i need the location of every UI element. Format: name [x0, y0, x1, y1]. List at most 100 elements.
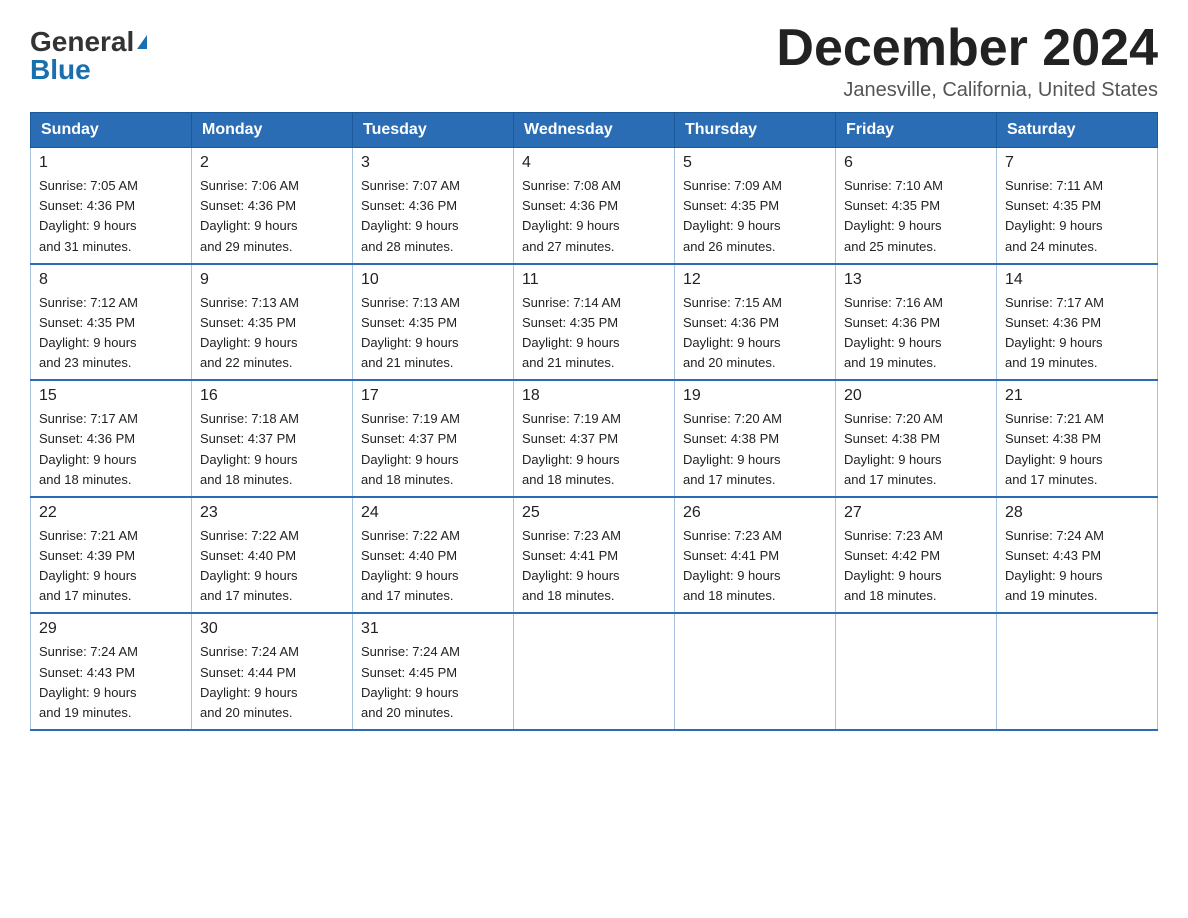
calendar-day-cell: 29 Sunrise: 7:24 AM Sunset: 4:43 PM Dayl… [31, 613, 192, 730]
day-info: Sunrise: 7:14 AM Sunset: 4:35 PM Dayligh… [522, 293, 666, 374]
sunset-label: Sunset: 4:43 PM [39, 665, 135, 680]
day-info: Sunrise: 7:15 AM Sunset: 4:36 PM Dayligh… [683, 293, 827, 374]
sunrise-label: Sunrise: 7:11 AM [1005, 178, 1103, 193]
daylight-minutes: and 18 minutes. [200, 472, 293, 487]
daylight-minutes: and 19 minutes. [844, 355, 937, 370]
calendar-day-cell: 22 Sunrise: 7:21 AM Sunset: 4:39 PM Dayl… [31, 497, 192, 614]
day-number: 9 [200, 271, 344, 289]
header-sunday: Sunday [31, 113, 192, 148]
daylight-minutes: and 17 minutes. [361, 588, 454, 603]
daylight-minutes: and 29 minutes. [200, 239, 293, 254]
sunrise-label: Sunrise: 7:20 AM [844, 411, 943, 426]
day-number: 19 [683, 387, 827, 405]
day-number: 25 [522, 504, 666, 522]
day-info: Sunrise: 7:24 AM Sunset: 4:44 PM Dayligh… [200, 642, 344, 723]
calendar-day-cell: 4 Sunrise: 7:08 AM Sunset: 4:36 PM Dayli… [514, 148, 675, 264]
daylight-minutes: and 25 minutes. [844, 239, 937, 254]
sunrise-label: Sunrise: 7:08 AM [522, 178, 621, 193]
day-info: Sunrise: 7:24 AM Sunset: 4:45 PM Dayligh… [361, 642, 505, 723]
calendar-week-row: 8 Sunrise: 7:12 AM Sunset: 4:35 PM Dayli… [31, 264, 1158, 381]
location-subtitle: Janesville, California, United States [776, 79, 1158, 102]
daylight-minutes: and 19 minutes. [39, 705, 132, 720]
day-number: 7 [1005, 154, 1149, 172]
day-info: Sunrise: 7:13 AM Sunset: 4:35 PM Dayligh… [200, 293, 344, 374]
header-wednesday: Wednesday [514, 113, 675, 148]
header-tuesday: Tuesday [353, 113, 514, 148]
daylight-label: Daylight: 9 hours [1005, 452, 1103, 467]
daylight-minutes: and 18 minutes. [361, 472, 454, 487]
daylight-label: Daylight: 9 hours [200, 218, 298, 233]
daylight-label: Daylight: 9 hours [683, 452, 781, 467]
calendar-day-cell: 31 Sunrise: 7:24 AM Sunset: 4:45 PM Dayl… [353, 613, 514, 730]
day-number: 4 [522, 154, 666, 172]
daylight-minutes: and 17 minutes. [1005, 472, 1098, 487]
day-info: Sunrise: 7:07 AM Sunset: 4:36 PM Dayligh… [361, 176, 505, 257]
daylight-minutes: and 31 minutes. [39, 239, 132, 254]
day-number: 28 [1005, 504, 1149, 522]
sunset-label: Sunset: 4:38 PM [1005, 431, 1101, 446]
sunset-label: Sunset: 4:41 PM [683, 548, 779, 563]
calendar-day-cell: 13 Sunrise: 7:16 AM Sunset: 4:36 PM Dayl… [836, 264, 997, 381]
calendar-header-row: SundayMondayTuesdayWednesdayThursdayFrid… [31, 113, 1158, 148]
sunset-label: Sunset: 4:45 PM [361, 665, 457, 680]
day-number: 3 [361, 154, 505, 172]
daylight-label: Daylight: 9 hours [200, 568, 298, 583]
daylight-minutes: and 21 minutes. [522, 355, 615, 370]
daylight-label: Daylight: 9 hours [522, 218, 620, 233]
calendar-day-cell: 2 Sunrise: 7:06 AM Sunset: 4:36 PM Dayli… [192, 148, 353, 264]
calendar-day-cell [997, 613, 1158, 730]
sunrise-label: Sunrise: 7:17 AM [1005, 295, 1104, 310]
daylight-label: Daylight: 9 hours [522, 568, 620, 583]
day-info: Sunrise: 7:17 AM Sunset: 4:36 PM Dayligh… [39, 409, 183, 490]
day-number: 24 [361, 504, 505, 522]
logo-general-row: General [30, 28, 147, 56]
sunset-label: Sunset: 4:39 PM [39, 548, 135, 563]
daylight-minutes: and 18 minutes. [522, 472, 615, 487]
daylight-label: Daylight: 9 hours [1005, 568, 1103, 583]
page-header: General Blue December 2024 Janesville, C… [30, 20, 1158, 102]
daylight-label: Daylight: 9 hours [522, 452, 620, 467]
header-thursday: Thursday [675, 113, 836, 148]
header-saturday: Saturday [997, 113, 1158, 148]
sunset-label: Sunset: 4:41 PM [522, 548, 618, 563]
daylight-label: Daylight: 9 hours [361, 335, 459, 350]
calendar-day-cell: 10 Sunrise: 7:13 AM Sunset: 4:35 PM Dayl… [353, 264, 514, 381]
header-friday: Friday [836, 113, 997, 148]
calendar-day-cell: 19 Sunrise: 7:20 AM Sunset: 4:38 PM Dayl… [675, 380, 836, 497]
sunrise-label: Sunrise: 7:13 AM [200, 295, 299, 310]
sunset-label: Sunset: 4:37 PM [200, 431, 296, 446]
sunrise-label: Sunrise: 7:16 AM [844, 295, 943, 310]
day-number: 1 [39, 154, 183, 172]
sunrise-label: Sunrise: 7:22 AM [361, 528, 460, 543]
day-number: 13 [844, 271, 988, 289]
day-number: 31 [361, 620, 505, 638]
sunrise-label: Sunrise: 7:23 AM [683, 528, 782, 543]
day-info: Sunrise: 7:17 AM Sunset: 4:36 PM Dayligh… [1005, 293, 1149, 374]
daylight-minutes: and 21 minutes. [361, 355, 454, 370]
sunset-label: Sunset: 4:35 PM [39, 315, 135, 330]
calendar-week-row: 1 Sunrise: 7:05 AM Sunset: 4:36 PM Dayli… [31, 148, 1158, 264]
day-number: 27 [844, 504, 988, 522]
daylight-label: Daylight: 9 hours [200, 335, 298, 350]
calendar-day-cell: 3 Sunrise: 7:07 AM Sunset: 4:36 PM Dayli… [353, 148, 514, 264]
daylight-label: Daylight: 9 hours [1005, 335, 1103, 350]
daylight-label: Daylight: 9 hours [844, 452, 942, 467]
calendar-day-cell: 21 Sunrise: 7:21 AM Sunset: 4:38 PM Dayl… [997, 380, 1158, 497]
calendar-day-cell: 7 Sunrise: 7:11 AM Sunset: 4:35 PM Dayli… [997, 148, 1158, 264]
calendar-day-cell: 25 Sunrise: 7:23 AM Sunset: 4:41 PM Dayl… [514, 497, 675, 614]
calendar-day-cell: 9 Sunrise: 7:13 AM Sunset: 4:35 PM Dayli… [192, 264, 353, 381]
sunrise-label: Sunrise: 7:06 AM [200, 178, 299, 193]
daylight-minutes: and 17 minutes. [39, 588, 132, 603]
day-number: 10 [361, 271, 505, 289]
title-block: December 2024 Janesville, California, Un… [776, 20, 1158, 102]
sunset-label: Sunset: 4:35 PM [361, 315, 457, 330]
daylight-minutes: and 19 minutes. [1005, 588, 1098, 603]
sunset-label: Sunset: 4:40 PM [200, 548, 296, 563]
daylight-label: Daylight: 9 hours [361, 452, 459, 467]
calendar-day-cell: 28 Sunrise: 7:24 AM Sunset: 4:43 PM Dayl… [997, 497, 1158, 614]
calendar-day-cell: 23 Sunrise: 7:22 AM Sunset: 4:40 PM Dayl… [192, 497, 353, 614]
day-number: 18 [522, 387, 666, 405]
day-info: Sunrise: 7:20 AM Sunset: 4:38 PM Dayligh… [683, 409, 827, 490]
sunset-label: Sunset: 4:36 PM [200, 198, 296, 213]
calendar-day-cell: 17 Sunrise: 7:19 AM Sunset: 4:37 PM Dayl… [353, 380, 514, 497]
